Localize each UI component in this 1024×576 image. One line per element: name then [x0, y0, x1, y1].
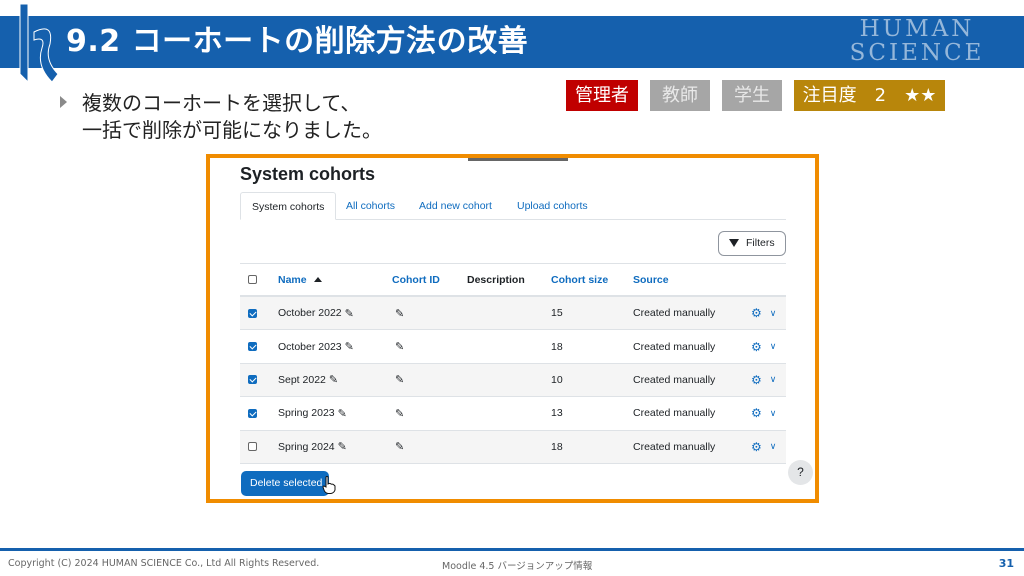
cohort-name: Sept 2022: [278, 373, 326, 386]
gear-icon: ⚙: [751, 406, 762, 421]
tab-system-cohorts[interactable]: System cohorts: [240, 192, 337, 220]
tab-upload-cohorts[interactable]: Upload cohorts: [506, 192, 599, 220]
tab-all-cohorts[interactable]: All cohorts: [335, 192, 406, 220]
edit-id-pencil-icon[interactable]: ✎: [395, 307, 404, 320]
cohort-size: 18: [551, 340, 563, 353]
page-number: 31: [998, 557, 1014, 570]
table-row: October 2022 ✎ ✎ 15 Created manually ⚙ ∨: [240, 297, 786, 331]
table-row: Spring 2023 ✎ ✎ 13 Created manually ⚙ ∨: [240, 397, 786, 431]
filters-button[interactable]: Filters: [718, 231, 786, 256]
badge-attention: 注目度 2 ★★: [794, 80, 945, 111]
footer-divider: [0, 548, 1024, 551]
cohort-source: Created manually: [633, 307, 716, 320]
gear-icon: ⚙: [751, 306, 762, 321]
actions-menu[interactable]: ⚙ ∨: [751, 431, 776, 463]
cohort-source: Created manually: [633, 340, 716, 353]
cohort-size: 13: [551, 407, 563, 420]
page-title: System cohorts: [240, 164, 376, 184]
column-name[interactable]: Name: [278, 264, 322, 295]
gear-icon: ⚙: [751, 439, 762, 454]
column-cohort-size[interactable]: Cohort size: [551, 264, 608, 295]
edit-name-pencil-icon[interactable]: ✎: [329, 373, 338, 386]
actions-menu[interactable]: ⚙ ∨: [751, 364, 776, 396]
chevron-down-icon: ∨: [769, 407, 777, 418]
edit-id-pencil-icon[interactable]: ✎: [395, 373, 404, 386]
cohort-size: 15: [551, 307, 563, 320]
row-checkbox[interactable]: [248, 442, 257, 452]
badge-teacher: 教師: [650, 80, 710, 111]
table-header: Name Cohort ID Description Cohort size S…: [240, 263, 786, 297]
slide-title: 9.2 コーホートの削除方法の改善: [66, 24, 529, 59]
row-checkbox[interactable]: [248, 342, 257, 352]
bullet-text: 複数のコーホートを選択して、 一括で削除が可能になりました。: [82, 90, 382, 144]
edit-name-pencil-icon[interactable]: ✎: [338, 407, 347, 420]
cohort-name: October 2023: [278, 340, 342, 353]
row-checkbox[interactable]: [248, 408, 257, 418]
table-row: October 2023 ✎ ✎ 18 Created manually ⚙ ∨: [240, 330, 786, 364]
actions-menu[interactable]: ⚙ ∨: [751, 297, 776, 329]
chevron-down-icon: ∨: [769, 307, 777, 318]
edit-name-pencil-icon[interactable]: ✎: [345, 307, 354, 320]
chevron-down-icon: ∨: [769, 374, 777, 385]
bullet-line-2: 一括で削除が可能になりました。: [82, 118, 382, 142]
brand-logo-text: HUMAN SCIENCE: [832, 17, 1002, 65]
cohort-source: Created manually: [633, 407, 716, 420]
tab-add-new-cohort[interactable]: Add new cohort: [408, 192, 503, 220]
edit-name-pencil-icon[interactable]: ✎: [345, 340, 354, 353]
screenshot-frame: System cohorts System cohorts All cohort…: [206, 154, 819, 503]
cohort-name: October 2022: [278, 307, 342, 320]
cohort-size: 10: [551, 373, 563, 386]
cohort-size: 18: [551, 440, 563, 453]
filter-icon: [729, 239, 739, 247]
bullet-line-1: 複数のコーホートを選択して、: [82, 91, 361, 115]
bullet-arrow-icon: [60, 96, 67, 108]
footer-copyright: Copyright (C) 2024 HUMAN SCIENCE Co., Lt…: [8, 558, 320, 569]
cohort-name: Spring 2023: [278, 407, 335, 420]
table-row: Sept 2022 ✎ ✎ 10 Created manually ⚙ ∨: [240, 363, 786, 398]
edit-name-pencil-icon[interactable]: ✎: [338, 440, 347, 453]
gear-icon: ⚙: [751, 372, 762, 387]
gear-icon: ⚙: [751, 339, 762, 354]
cohort-source: Created manually: [633, 373, 716, 386]
column-description: Description: [467, 273, 525, 286]
cohort-source: Created manually: [633, 440, 716, 453]
delete-selected-button[interactable]: Delete selected: [241, 471, 329, 496]
chevron-down-icon: ∨: [769, 341, 777, 352]
column-cohort-id[interactable]: Cohort ID: [392, 264, 440, 295]
edit-id-pencil-icon[interactable]: ✎: [395, 340, 404, 353]
hand-cursor-icon: [322, 476, 336, 494]
column-source[interactable]: Source: [633, 264, 669, 295]
badge-admin: 管理者: [566, 80, 638, 111]
footer-document-title: Moodle 4.5 バージョンアップ情報: [442, 561, 593, 572]
brand-line-2: SCIENCE: [849, 40, 985, 66]
table-row: Spring 2024 ✎ ✎ 18 Created manually ⚙ ∨: [240, 430, 786, 464]
frame-top-bar: [468, 158, 568, 161]
cohort-name: Spring 2024: [278, 440, 335, 453]
company-logo-icon: [19, 4, 59, 82]
filters-label: Filters: [746, 237, 775, 249]
row-checkbox[interactable]: [248, 375, 257, 385]
brand-line-1: HUMAN: [859, 16, 975, 42]
select-all-checkbox[interactable]: [248, 275, 257, 284]
badge-student: 学生: [722, 80, 782, 111]
edit-id-pencil-icon[interactable]: ✎: [395, 407, 404, 420]
chevron-down-icon: ∨: [769, 441, 777, 452]
edit-id-pencil-icon[interactable]: ✎: [395, 440, 404, 453]
actions-menu[interactable]: ⚙ ∨: [751, 397, 776, 429]
tab-bar: System cohorts All cohorts Add new cohor…: [240, 192, 786, 220]
help-button[interactable]: ?: [788, 460, 813, 485]
cohorts-table: Name Cohort ID Description Cohort size S…: [240, 263, 786, 464]
row-checkbox[interactable]: [248, 308, 257, 318]
actions-menu[interactable]: ⚙ ∨: [751, 330, 776, 362]
sort-ascending-icon: [313, 277, 322, 282]
column-name-label: Name: [278, 273, 307, 286]
